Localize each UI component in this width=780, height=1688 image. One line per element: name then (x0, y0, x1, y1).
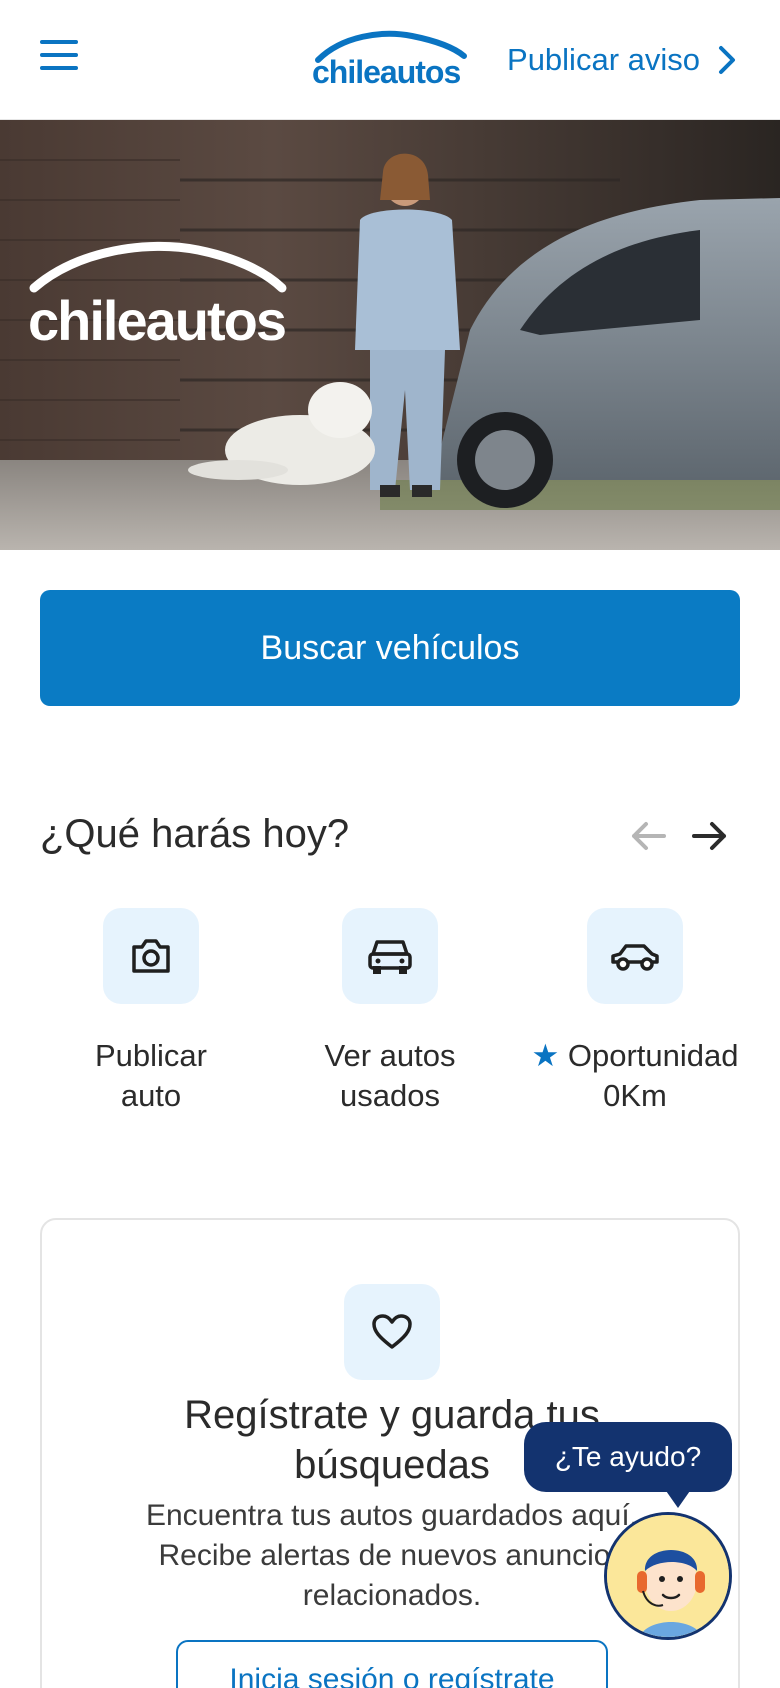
action-opportunity-0km[interactable]: ★ Oportunidad 0Km (510, 908, 760, 1116)
star-icon: ★ (531, 1038, 560, 1073)
chevron-right-icon (719, 46, 735, 74)
register-desc-line2: Recibe alertas de nuevos anuncios (158, 1539, 626, 1572)
action-publish-car[interactable]: Publicar auto (31, 908, 271, 1116)
register-title-line2: búsquedas (294, 1443, 490, 1487)
car-front-icon (342, 908, 438, 1004)
action-label-line2: auto (120, 1078, 182, 1113)
action-label: Publicar auto (31, 1036, 271, 1116)
login-register-button[interactable]: Inicia sesión o regístrate (176, 1640, 608, 1688)
action-label-line1: Oportunidad (567, 1038, 739, 1073)
action-label-line2: usados (340, 1078, 440, 1113)
section-title: ¿Qué harás hoy? (40, 812, 350, 856)
register-desc-line3: relacionados. (302, 1579, 482, 1612)
hero-banner: chileautos (0, 120, 780, 550)
heart-icon (344, 1284, 440, 1380)
arrow-right-icon[interactable] (690, 816, 730, 856)
car-side-icon (587, 908, 683, 1004)
support-agent-avatar[interactable] (604, 1512, 732, 1640)
hero-brand-logo: chileautos (28, 240, 288, 360)
action-label: ★ Oportunidad 0Km (510, 1036, 760, 1116)
action-used-cars[interactable]: Ver autos usados (270, 908, 510, 1116)
brand-logo-text: chileautos (312, 54, 461, 90)
search-vehicles-button[interactable]: Buscar vehículos (40, 590, 740, 706)
hamburger-menu-icon[interactable] (40, 40, 84, 80)
publish-ad-label: Publicar aviso (507, 42, 700, 77)
arrow-left-icon[interactable] (628, 816, 668, 856)
action-label-line2: 0Km (603, 1078, 667, 1113)
action-label: Ver autos usados (270, 1036, 510, 1116)
register-desc-line1: Encuentra tus autos guardados aquí. (145, 1499, 638, 1532)
hero-brand-text: chileautos (28, 289, 287, 352)
brand-logo[interactable]: chileautos (312, 28, 468, 90)
page: chileautos Publicar aviso chileautos Bus… (0, 0, 780, 1688)
camera-icon (103, 908, 199, 1004)
publish-ad-link[interactable]: Publicar aviso (507, 38, 740, 82)
help-bubble-tail (664, 1488, 692, 1508)
help-chat-bubble[interactable]: ¿Te ayudo? (524, 1422, 732, 1492)
action-label-line1: Ver autos (324, 1038, 456, 1073)
top-header: chileautos Publicar aviso (0, 0, 780, 120)
action-label-line1: Publicar (95, 1038, 207, 1073)
